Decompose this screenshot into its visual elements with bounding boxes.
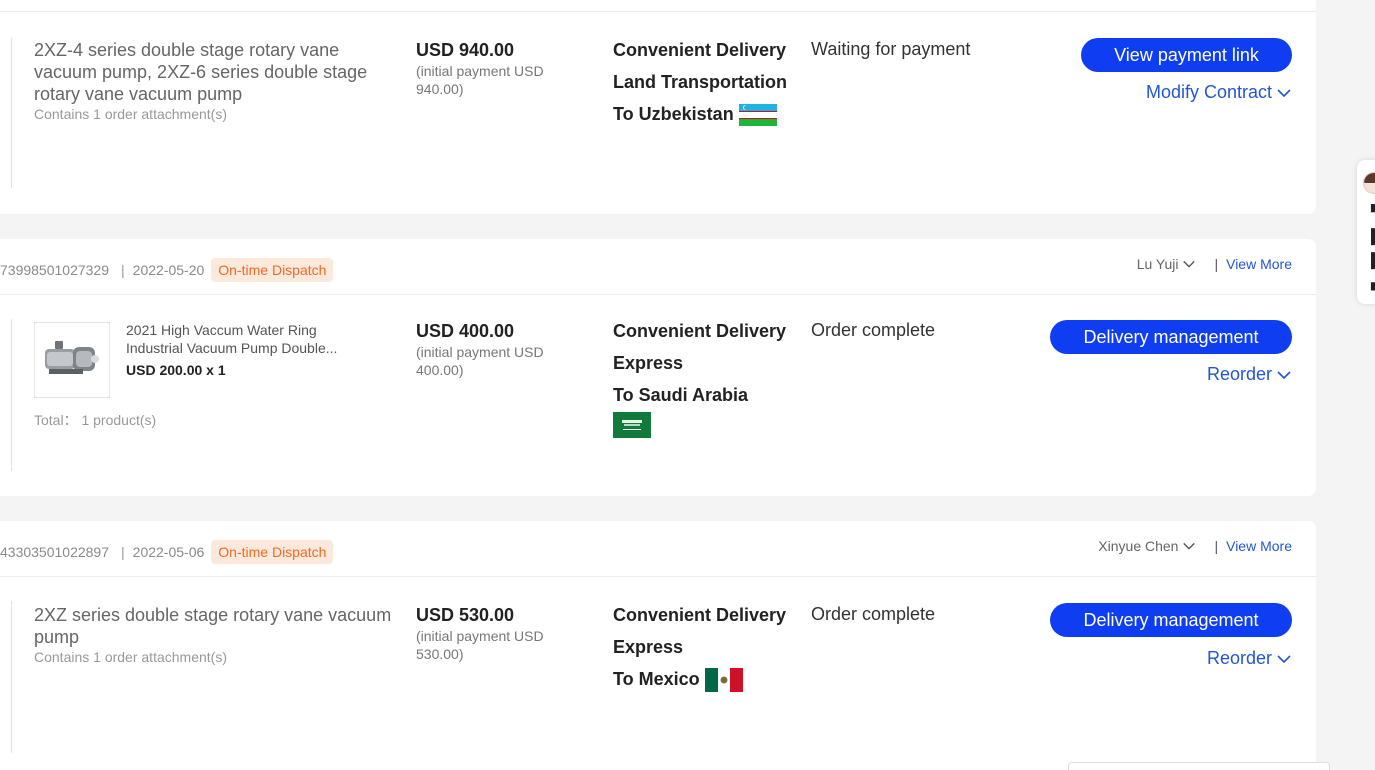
- delivery-type: Convenient Delivery: [613, 40, 787, 60]
- chevron-down-icon: [1277, 654, 1291, 663]
- order-amount: USD 400.00: [416, 321, 515, 341]
- order-header: 43303501022897 | 2022-05-06 On-time Dispatc…: [0, 521, 1316, 577]
- view-more-link[interactable]: View More: [1226, 256, 1292, 272]
- row-divider: [11, 601, 12, 753]
- product-image[interactable]: [34, 322, 110, 398]
- delivery-block: Convenient Delivery Land Transportation …: [613, 39, 793, 127]
- widget-glyph-icon: ▌: [1371, 252, 1375, 268]
- saudi-arabia-flag-icon: [613, 412, 651, 438]
- reorder-dropdown[interactable]: Reorder: [1207, 364, 1292, 385]
- mexico-flag-icon: [704, 668, 743, 693]
- row-divider: [11, 319, 12, 471]
- widget-glyph-icon: ▌: [1371, 228, 1375, 244]
- widget-glyph-icon: ▞: [1371, 274, 1375, 291]
- header-actions: Xinyue Chen | View More: [1098, 538, 1292, 554]
- destination: To Uzbekistan: [613, 104, 734, 124]
- order-status: Waiting for payment: [811, 39, 971, 59]
- price-block: USD 530.00 (initial payment USD 530.00): [416, 604, 586, 663]
- product-total: Total： 1 product(s): [34, 412, 157, 428]
- on-time-dispatch-tag: On-time Dispatch: [211, 258, 334, 282]
- order-amount: USD 530.00: [416, 605, 515, 625]
- meta-separator: |: [121, 262, 125, 278]
- chevron-down-icon: [1277, 88, 1291, 97]
- order-status: Order complete: [811, 320, 936, 340]
- delivery-method: Express: [613, 353, 684, 373]
- attachments-label[interactable]: Contains 1 order attachment(s): [34, 649, 227, 665]
- initial-payment: (initial payment USD 400.00): [416, 344, 544, 378]
- card-header-divider: [0, 0, 1316, 12]
- delivery-management-button[interactable]: Delivery management: [1050, 603, 1292, 637]
- header-divider: |: [1214, 538, 1219, 554]
- floating-panel[interactable]: [1068, 762, 1330, 770]
- order-card: 73998501027329 | 2022-05-20 On-time Dispatc…: [0, 239, 1316, 496]
- row-divider: [11, 38, 12, 188]
- header-divider: |: [1214, 256, 1219, 272]
- vacuum-pump-image: [45, 341, 99, 374]
- order-header: 73998501027329 | 2022-05-20 On-time Dispatc…: [0, 239, 1316, 295]
- support-chat-widget[interactable]: ▘ ▌ ▌ ▞: [1357, 160, 1375, 304]
- modify-contract-label: Modify Contract: [1145, 82, 1272, 102]
- delivery-type: Convenient Delivery: [613, 321, 787, 341]
- order-meta: 73998501027329 | 2022-05-20 On-time Dispatc…: [0, 258, 334, 282]
- delivery-method: Express: [613, 637, 684, 657]
- product-name[interactable]: 2021 High Vaccum Water Ring Industrial V…: [126, 321, 376, 357]
- order-card: 43303501022897 | 2022-05-06 On-time Dispatc…: [0, 521, 1316, 770]
- avatar-hair: [1364, 173, 1375, 183]
- initial-payment: (initial payment USD 940.00): [416, 63, 544, 97]
- view-payment-link-button[interactable]: View payment link: [1081, 38, 1292, 72]
- price-block: USD 940.00 (initial payment USD 940.00): [416, 39, 586, 98]
- delivery-block: Convenient Delivery Express To Saudi Ara…: [613, 320, 793, 438]
- chevron-down-icon: [1277, 370, 1291, 379]
- product-title[interactable]: 2XZ series double stage rotary vane vacu…: [34, 604, 404, 648]
- reorder-label: Reorder: [1206, 648, 1272, 668]
- assignee-name: Xinyue Chen: [1098, 538, 1179, 554]
- chevron-down-icon: [1183, 542, 1196, 550]
- chevron-down-icon: [1183, 260, 1196, 268]
- product-title[interactable]: 2XZ-4 series double stage rotary vane va…: [34, 39, 404, 105]
- assignee-dropdown[interactable]: Lu Yuji: [1137, 256, 1197, 272]
- order-date: 2022-05-06: [132, 544, 205, 560]
- destination: To Mexico: [613, 669, 700, 689]
- support-avatar-icon: [1363, 172, 1375, 194]
- view-more-link[interactable]: View More: [1226, 538, 1292, 554]
- order-card: 2XZ-4 series double stage rotary vane va…: [0, 0, 1316, 214]
- reorder-label: Reorder: [1206, 364, 1272, 384]
- delivery-type: Convenient Delivery: [613, 605, 787, 625]
- uzbekistan-flag-icon: [738, 104, 777, 127]
- header-actions: Lu Yuji | View More: [1137, 256, 1292, 272]
- reorder-dropdown[interactable]: Reorder: [1207, 648, 1292, 669]
- attachments-label[interactable]: Contains 1 order attachment(s): [34, 106, 227, 122]
- price-block: USD 400.00 (initial payment USD 400.00): [416, 320, 586, 379]
- order-date: 2022-05-20: [132, 262, 205, 278]
- order-id[interactable]: 43303501022897: [0, 544, 109, 560]
- meta-separator: |: [121, 544, 125, 560]
- order-amount: USD 940.00: [416, 40, 515, 60]
- order-id[interactable]: 73998501027329: [0, 262, 109, 278]
- modify-contract-dropdown[interactable]: Modify Contract: [1146, 82, 1292, 103]
- initial-payment: (initial payment USD 530.00): [416, 628, 544, 662]
- order-status: Order complete: [811, 604, 936, 624]
- product-price-quantity: USD 200.00 x 1: [126, 362, 226, 378]
- assignee-name: Lu Yuji: [1136, 256, 1179, 272]
- delivery-management-button[interactable]: Delivery management: [1050, 320, 1292, 354]
- order-meta: 43303501022897 | 2022-05-06 On-time Dispatc…: [0, 540, 334, 564]
- destination-row: To Mexico: [613, 668, 793, 693]
- widget-glyph-icon: ▘: [1371, 204, 1375, 221]
- delivery-method: Land Transportation: [613, 72, 788, 92]
- on-time-dispatch-tag: On-time Dispatch: [211, 540, 334, 564]
- delivery-block: Convenient Delivery Express To Mexico: [613, 604, 793, 693]
- destination: To Saudi Arabia: [613, 385, 749, 405]
- destination-row: To Uzbekistan: [613, 103, 793, 127]
- assignee-dropdown[interactable]: Xinyue Chen: [1098, 538, 1196, 554]
